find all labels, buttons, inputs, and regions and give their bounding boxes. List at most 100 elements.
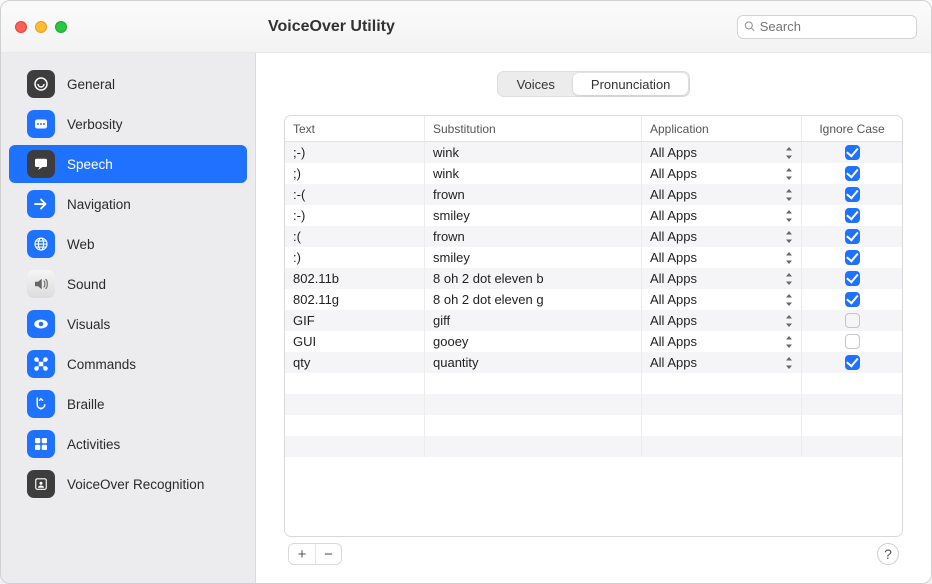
cell-text[interactable]: ;-) xyxy=(285,142,425,163)
cell-ignore-case xyxy=(802,142,902,163)
sidebar-item-recognition[interactable]: VoiceOver Recognition xyxy=(9,465,247,503)
cell-substitution[interactable]: frown xyxy=(425,184,642,205)
tab-pronunciation[interactable]: Pronunciation xyxy=(573,73,689,95)
sidebar-item-braille[interactable]: Braille xyxy=(9,385,247,423)
sidebar-item-speech[interactable]: Speech xyxy=(9,145,247,183)
zoom-button[interactable] xyxy=(55,21,67,33)
close-button[interactable] xyxy=(15,21,27,33)
add-button[interactable]: + xyxy=(289,544,315,564)
ignore-case-checkbox[interactable] xyxy=(845,145,860,160)
table-row[interactable]: :-(frownAll Apps xyxy=(285,184,902,205)
cell-text[interactable]: :( xyxy=(285,226,425,247)
cell-substitution[interactable]: wink xyxy=(425,163,642,184)
sidebar-item-navigation[interactable]: Navigation xyxy=(9,185,247,223)
table-row[interactable]: :(frownAll Apps xyxy=(285,226,902,247)
ignore-case-checkbox[interactable] xyxy=(845,271,860,286)
table-row[interactable]: qtyquantityAll Apps xyxy=(285,352,902,373)
ignore-case-checkbox[interactable] xyxy=(845,313,860,328)
sidebar-item-web[interactable]: Web xyxy=(9,225,247,263)
sidebar-item-label: General xyxy=(67,77,115,92)
help-button[interactable]: ? xyxy=(877,543,899,565)
cell-application-popup[interactable]: All Apps xyxy=(642,163,802,184)
cell-substitution[interactable]: smiley xyxy=(425,205,642,226)
col-header-text[interactable]: Text xyxy=(285,116,425,141)
col-header-application[interactable]: Application xyxy=(642,116,802,141)
cell-substitution[interactable]: giff xyxy=(425,310,642,331)
table-row[interactable]: 802.11g8 oh 2 dot eleven gAll Apps xyxy=(285,289,902,310)
add-remove-group: + − xyxy=(288,543,342,565)
col-header-substitution[interactable]: Substitution xyxy=(425,116,642,141)
ignore-case-checkbox[interactable] xyxy=(845,208,860,223)
cell-substitution[interactable]: 8 oh 2 dot eleven g xyxy=(425,289,642,310)
cell-substitution[interactable]: smiley xyxy=(425,247,642,268)
cell-substitution[interactable]: wink xyxy=(425,142,642,163)
window-title: VoiceOver Utility xyxy=(256,18,395,36)
sidebar-item-label: Visuals xyxy=(67,317,110,332)
col-header-ignore-case[interactable]: Ignore Case xyxy=(802,116,902,141)
ignore-case-checkbox[interactable] xyxy=(845,292,860,307)
cell-ignore-case xyxy=(802,184,902,205)
cell-substitution[interactable]: quantity xyxy=(425,352,642,373)
popup-arrows-icon xyxy=(785,294,793,306)
cell-application-popup[interactable]: All Apps xyxy=(642,142,802,163)
cell-application-popup[interactable]: All Apps xyxy=(642,352,802,373)
cell-text[interactable]: GIF xyxy=(285,310,425,331)
segmented-control: Voices Pronunciation xyxy=(497,71,691,97)
speech-icon xyxy=(27,150,55,178)
table-row[interactable]: ;-)winkAll Apps xyxy=(285,142,902,163)
sidebar-item-visuals[interactable]: Visuals xyxy=(9,305,247,343)
sidebar-item-activities[interactable]: Activities xyxy=(9,425,247,463)
sidebar-item-commands[interactable]: Commands xyxy=(9,345,247,383)
cell-application-popup[interactable]: All Apps xyxy=(642,268,802,289)
commands-icon xyxy=(27,350,55,378)
cell-ignore-case xyxy=(802,163,902,184)
ignore-case-checkbox[interactable] xyxy=(845,334,860,349)
cell-text[interactable]: qty xyxy=(285,352,425,373)
table-row[interactable]: :-)smileyAll Apps xyxy=(285,205,902,226)
popup-arrows-icon xyxy=(785,168,793,180)
sidebar-item-sound[interactable]: Sound xyxy=(9,265,247,303)
table-row[interactable]: :)smileyAll Apps xyxy=(285,247,902,268)
cell-substitution[interactable]: gooey xyxy=(425,331,642,352)
cell-substitution[interactable]: frown xyxy=(425,226,642,247)
sidebar-item-label: Activities xyxy=(67,437,120,452)
cell-text[interactable]: :) xyxy=(285,247,425,268)
cell-substitution[interactable]: 8 oh 2 dot eleven b xyxy=(425,268,642,289)
cell-ignore-case xyxy=(802,289,902,310)
table-row[interactable]: GIFgiffAll Apps xyxy=(285,310,902,331)
table-row[interactable]: 802.11b8 oh 2 dot eleven bAll Apps xyxy=(285,268,902,289)
cell-application-popup[interactable]: All Apps xyxy=(642,226,802,247)
table-row[interactable]: ;)winkAll Apps xyxy=(285,163,902,184)
cell-text[interactable]: ;) xyxy=(285,163,425,184)
cell-application-popup[interactable]: All Apps xyxy=(642,310,802,331)
sidebar-item-label: Speech xyxy=(67,157,113,172)
popup-arrows-icon xyxy=(785,252,793,264)
sidebar-item-general[interactable]: General xyxy=(9,65,247,103)
cell-application-popup[interactable]: All Apps xyxy=(642,331,802,352)
minimize-button[interactable] xyxy=(35,21,47,33)
visuals-icon xyxy=(27,310,55,338)
cell-text[interactable]: 802.11b xyxy=(285,268,425,289)
cell-text[interactable]: GUI xyxy=(285,331,425,352)
search-field[interactable] xyxy=(737,15,917,39)
sidebar-item-verbosity[interactable]: Verbosity xyxy=(9,105,247,143)
ignore-case-checkbox[interactable] xyxy=(845,355,860,370)
cell-application-popup[interactable]: All Apps xyxy=(642,289,802,310)
ignore-case-checkbox[interactable] xyxy=(845,250,860,265)
popup-arrows-icon xyxy=(785,189,793,201)
tab-voices[interactable]: Voices xyxy=(499,73,573,95)
cell-text[interactable]: :-) xyxy=(285,205,425,226)
cell-application-popup[interactable]: All Apps xyxy=(642,205,802,226)
cell-application-popup[interactable]: All Apps xyxy=(642,184,802,205)
table-row[interactable]: GUIgooeyAll Apps xyxy=(285,331,902,352)
ignore-case-checkbox[interactable] xyxy=(845,166,860,181)
ignore-case-checkbox[interactable] xyxy=(845,229,860,244)
cell-application-popup[interactable]: All Apps xyxy=(642,247,802,268)
cell-ignore-case xyxy=(802,247,902,268)
cell-text[interactable]: 802.11g xyxy=(285,289,425,310)
search-input[interactable] xyxy=(760,19,910,34)
cell-text[interactable]: :-( xyxy=(285,184,425,205)
sidebar-item-label: VoiceOver Recognition xyxy=(67,477,204,492)
remove-button[interactable]: − xyxy=(315,544,341,564)
ignore-case-checkbox[interactable] xyxy=(845,187,860,202)
